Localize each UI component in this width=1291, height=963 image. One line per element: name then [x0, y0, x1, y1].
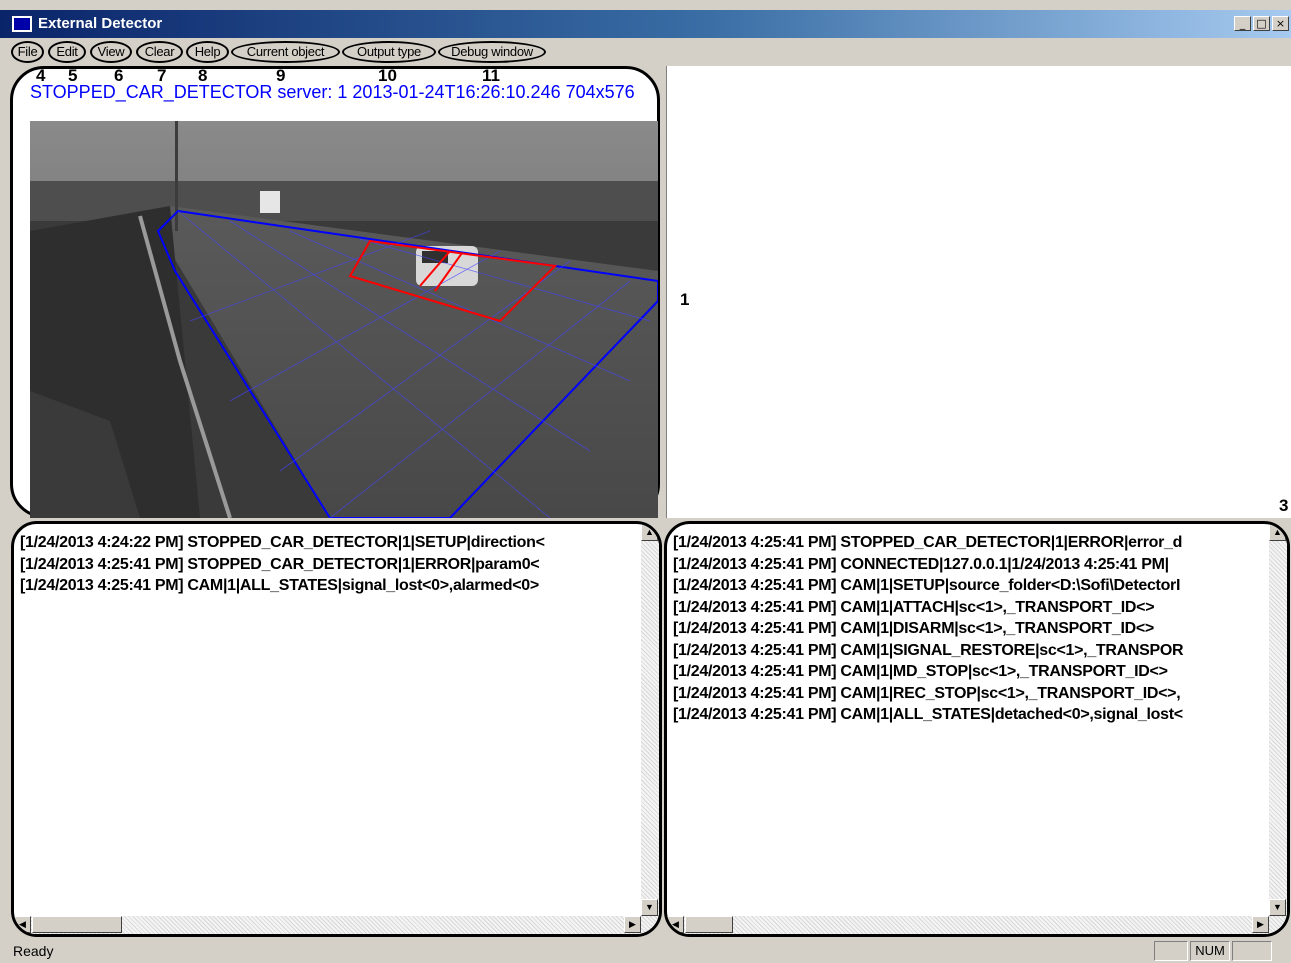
- log-line: [1/24/2013 4:25:41 PM] CAM|1|ATTACH|sc<1…: [673, 598, 1155, 616]
- menu-debug-window[interactable]: Debug window: [438, 41, 546, 63]
- callout-5: 5: [68, 66, 78, 85]
- log-line: [1/24/2013 4:25:41 PM] CAM|1|MD_STOP|sc<…: [673, 663, 1168, 680]
- status-pane-scroll: [1232, 941, 1272, 961]
- log-line: [1/24/2013 4:25:41 PM] CAM|1|ALL_STATES|…: [20, 577, 539, 594]
- scroll-left-icon[interactable]: ◀: [14, 916, 31, 933]
- status-pane-num: NUM: [1190, 941, 1230, 961]
- scroll-left-icon[interactable]: ◀: [667, 916, 684, 933]
- log-list-left: [1/24/2013 4:24:22 PM] STOPPED_CAR_DETEC…: [20, 532, 637, 597]
- callout-11: 11: [482, 66, 500, 85]
- title-bar: External Detector _ □ ×: [0, 10, 1291, 38]
- log-list-right: [1/24/2013 4:25:41 PM] STOPPED_CAR_DETEC…: [673, 532, 1265, 726]
- status-pane-caps: [1154, 941, 1188, 961]
- callout-3: 3: [1279, 496, 1289, 515]
- log-line: [1/24/2013 4:25:41 PM] STOPPED_CAR_DETEC…: [673, 534, 1183, 551]
- callout-9: 9: [276, 66, 286, 85]
- callout-4: 4: [36, 66, 46, 85]
- log-line: [1/24/2013 4:25:41 PM] CONNECTED|127.0.0…: [673, 555, 1169, 573]
- log-line: [1/24/2013 4:25:41 PM] CAM|1|DISARM|sc<1…: [673, 620, 1154, 637]
- scroll-up-icon[interactable]: ▲: [641, 524, 658, 541]
- status-bar: Ready NUM: [0, 940, 1291, 963]
- log-line: [1/24/2013 4:25:41 PM] CAM|1|SETUP|sourc…: [673, 577, 1181, 594]
- log-line: [1/24/2013 4:24:22 PM] STOPPED_CAR_DETEC…: [20, 534, 545, 551]
- app-icon: [12, 16, 32, 32]
- scroll-thumb[interactable]: [685, 916, 733, 933]
- status-text: Ready: [13, 943, 54, 959]
- log-line: [1/24/2013 4:25:41 PM] CAM|1|REC_STOP|sc…: [673, 684, 1181, 702]
- log-line: [1/24/2013 4:25:41 PM] CAM|1|ALL_STATES|…: [673, 706, 1183, 723]
- menu-help[interactable]: Help: [186, 41, 229, 63]
- menu-clear[interactable]: Clear: [136, 41, 183, 63]
- menu-edit[interactable]: Edit: [48, 41, 86, 63]
- scroll-right-icon[interactable]: ▶: [1252, 916, 1269, 933]
- scroll-thumb[interactable]: [32, 916, 122, 933]
- scroll-right-icon[interactable]: ▶: [624, 916, 641, 933]
- menu-output-type[interactable]: Output type: [342, 41, 436, 63]
- camera-frame: [30, 121, 658, 518]
- horizontal-scrollbar[interactable]: ◀ ▶: [14, 916, 659, 934]
- close-button[interactable]: ×: [1272, 16, 1289, 31]
- vertical-scrollbar[interactable]: ▲ ▼: [641, 524, 659, 916]
- horizontal-scrollbar[interactable]: ◀ ▶: [667, 916, 1287, 934]
- log-line: [1/24/2013 4:25:41 PM] STOPPED_CAR_DETEC…: [20, 555, 540, 573]
- callout-8: 8: [198, 66, 208, 85]
- window-title: External Detector: [38, 15, 163, 32]
- callout-6: 6: [114, 66, 124, 85]
- menu-bar: File Edit View Clear Help Current object…: [0, 38, 1291, 66]
- callout-1: 1: [680, 290, 690, 309]
- app-window: External Detector _ □ × File Edit View C…: [0, 0, 1291, 963]
- menu-file[interactable]: File: [11, 41, 44, 63]
- vertical-scrollbar[interactable]: ▲ ▼: [1269, 524, 1287, 916]
- scroll-down-icon[interactable]: ▼: [1269, 899, 1286, 916]
- callout-10: 10: [378, 66, 397, 85]
- log-line: [1/24/2013 4:25:41 PM] CAM|1|SIGNAL_REST…: [673, 641, 1184, 659]
- scroll-up-icon[interactable]: ▲: [1269, 524, 1286, 541]
- video-caption: STOPPED_CAR_DETECTOR server: 1 2013-01-2…: [30, 82, 635, 102]
- log-panel-right: [1/24/2013 4:25:41 PM] STOPPED_CAR_DETEC…: [664, 521, 1290, 937]
- menu-current-object[interactable]: Current object: [231, 41, 340, 63]
- menu-view[interactable]: View: [90, 41, 132, 63]
- callout-7: 7: [157, 66, 167, 85]
- minimize-button[interactable]: _: [1234, 16, 1251, 31]
- preview-panel: [666, 66, 1291, 518]
- log-panel-left: [1/24/2013 4:24:22 PM] STOPPED_CAR_DETEC…: [11, 521, 662, 937]
- scroll-down-icon[interactable]: ▼: [641, 899, 658, 916]
- maximize-button[interactable]: □: [1253, 16, 1270, 31]
